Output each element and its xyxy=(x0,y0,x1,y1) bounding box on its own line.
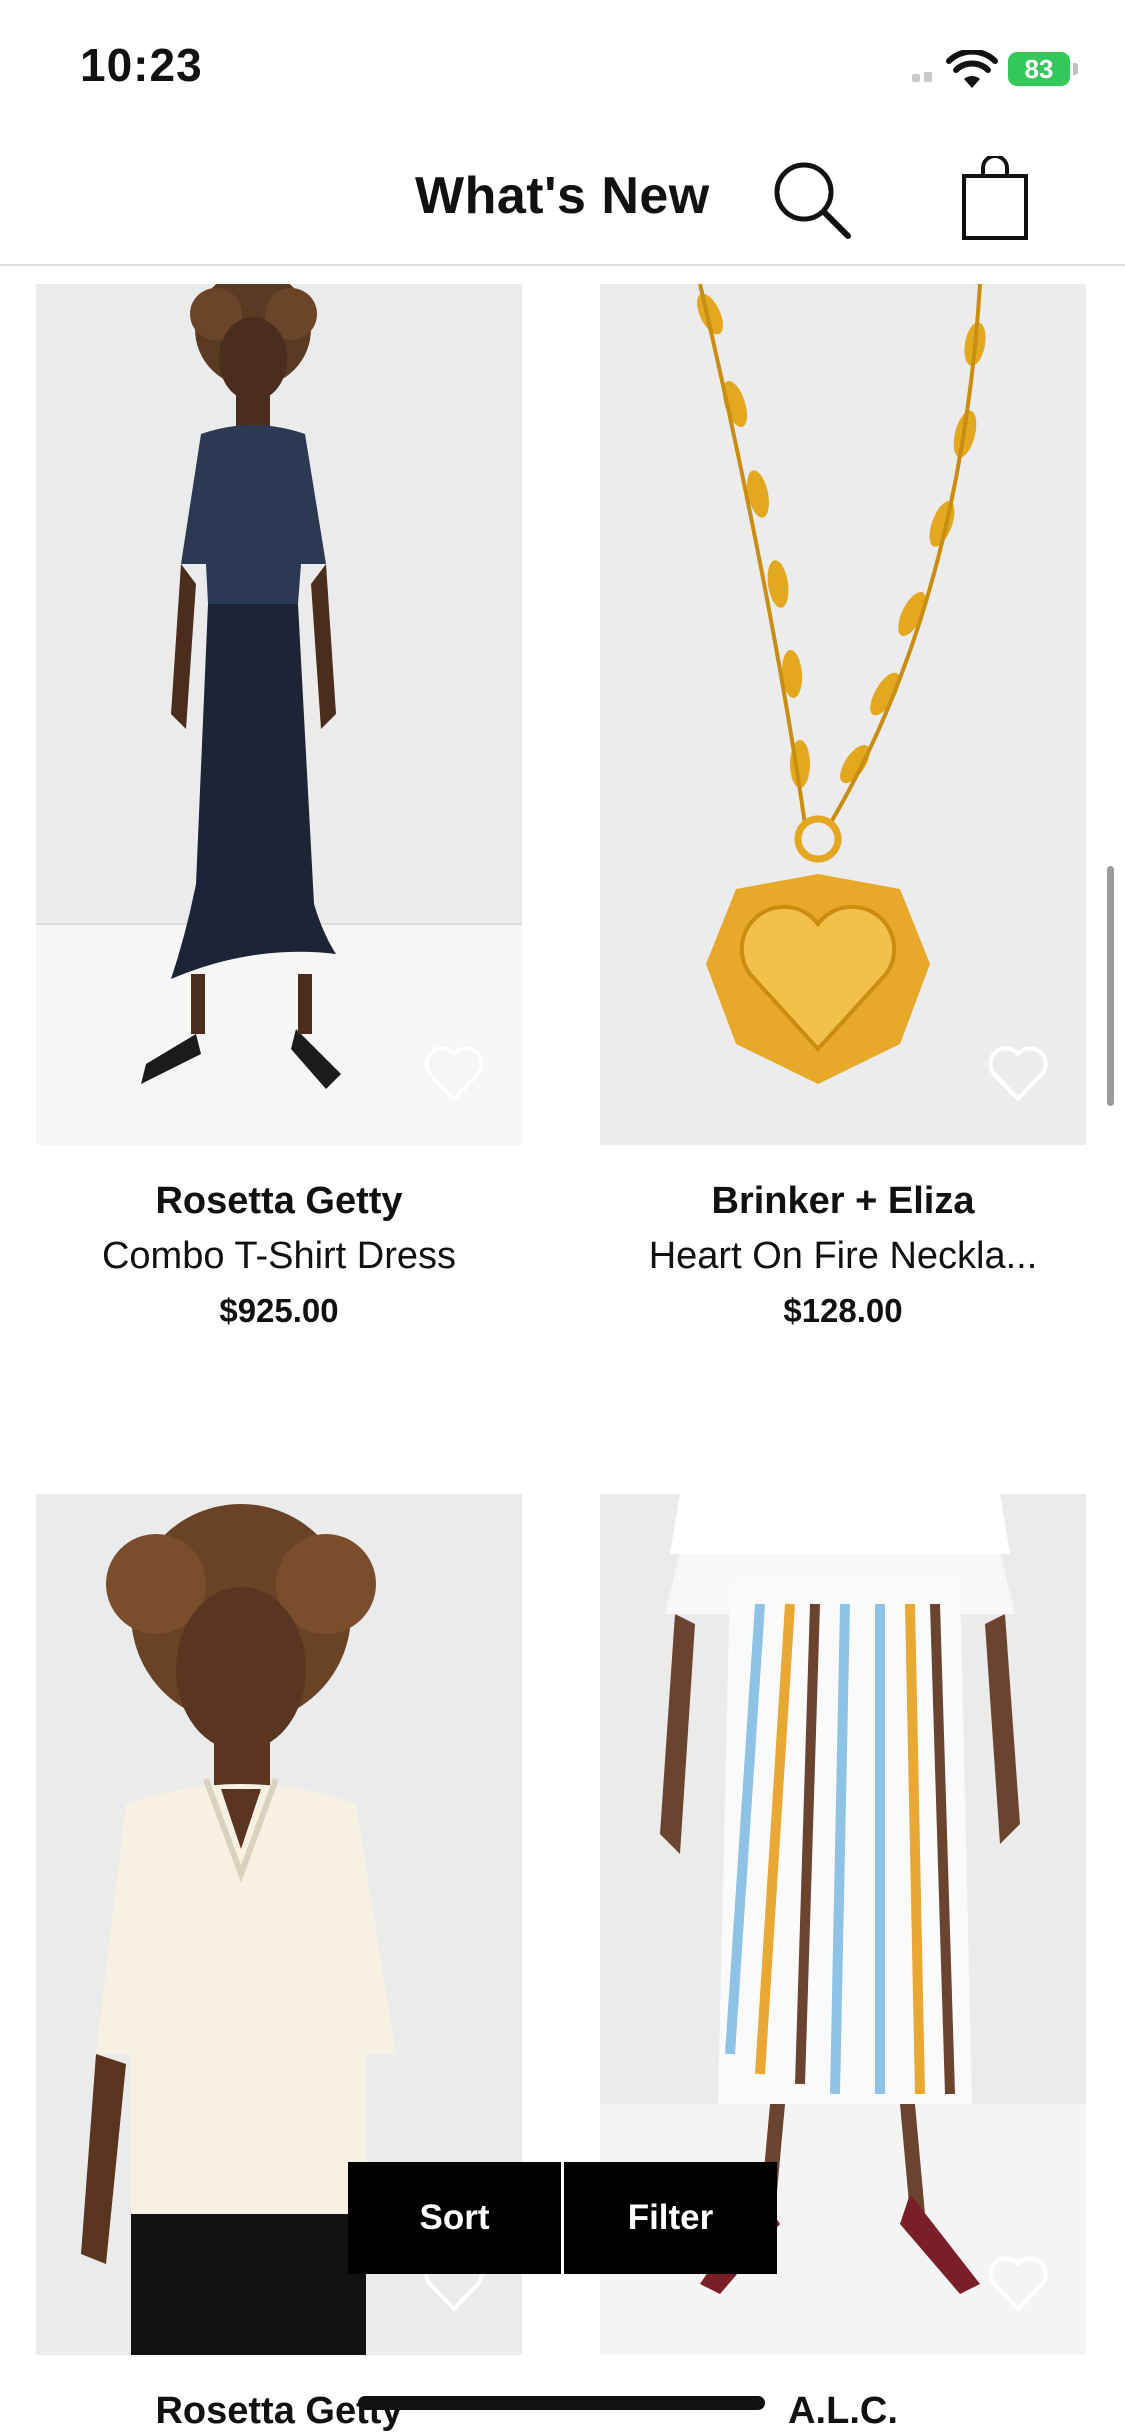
wifi-icon xyxy=(946,50,998,88)
product-card[interactable]: Rosetta Getty xyxy=(36,1494,522,2436)
product-card[interactable]: Rosetta Getty Combo T-Shirt Dress $925.0… xyxy=(36,284,522,1334)
heart-outline-icon[interactable] xyxy=(422,1044,486,1104)
product-card[interactable]: A.L.C. xyxy=(600,1494,1086,2436)
battery-level: 83 xyxy=(1008,52,1070,86)
product-brand: Brinker + Eliza xyxy=(711,1180,975,1222)
shopping-bag-icon[interactable] xyxy=(960,156,1030,242)
home-indicator[interactable] xyxy=(358,2396,765,2410)
status-time: 10:23 xyxy=(80,39,203,91)
product-price: $925.00 xyxy=(219,1292,339,1329)
top-nav-bar: What's New xyxy=(0,130,1125,266)
cellular-signal-icon xyxy=(912,72,934,82)
product-image[interactable] xyxy=(36,284,522,1145)
product-brand: Rosetta Getty xyxy=(155,1180,403,1222)
scrollbar[interactable] xyxy=(1107,866,1114,1106)
search-icon[interactable] xyxy=(768,156,854,242)
sort-button[interactable]: Sort xyxy=(348,2162,561,2274)
filter-button[interactable]: Filter xyxy=(564,2162,777,2274)
product-image[interactable] xyxy=(600,284,1086,1145)
heart-outline-icon[interactable] xyxy=(986,1044,1050,1104)
product-name: Heart On Fire Neckla... xyxy=(648,1235,1038,1277)
status-bar: 10:23 83 xyxy=(0,0,1125,130)
heart-outline-icon[interactable] xyxy=(986,2254,1050,2314)
product-name: Combo T-Shirt Dress xyxy=(101,1235,457,1277)
battery-icon: 83 xyxy=(1008,52,1078,86)
product-price: $128.00 xyxy=(783,1292,903,1329)
product-card[interactable]: Brinker + Eliza Heart On Fire Neckla... … xyxy=(600,284,1086,1334)
page-title: What's New xyxy=(415,167,710,225)
